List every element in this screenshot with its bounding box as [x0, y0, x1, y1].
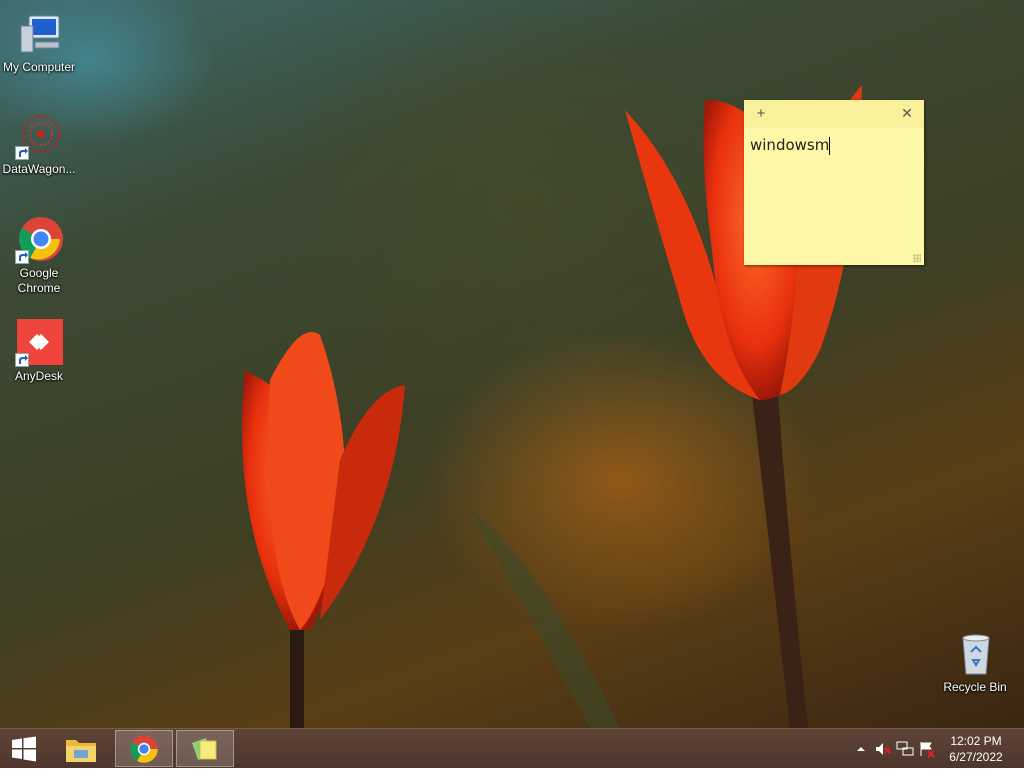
chrome-icon	[15, 216, 63, 264]
desktop-icon-label: Recycle Bin	[943, 680, 1007, 694]
clock-date: 6/27/2022	[949, 750, 1003, 764]
windows-logo-icon	[12, 736, 36, 761]
action-center-flag-icon[interactable]	[918, 740, 936, 758]
sticky-note-title-bar[interactable]: + ✕	[744, 100, 924, 128]
close-note-icon[interactable]: ✕	[898, 105, 916, 122]
resize-grip-icon[interactable]	[913, 254, 921, 262]
desktop-icon-my-computer[interactable]: My Computer	[0, 10, 78, 75]
system-tray: 12:02 PM 6/27/2022	[844, 729, 1024, 769]
desktop-icon-label: AnyDesk	[14, 369, 64, 383]
sticky-note-text: windowsm	[750, 136, 830, 154]
taskbar-sticky-notes-button[interactable]	[176, 730, 234, 767]
datawagon-icon	[15, 112, 63, 160]
clock-time: 12:02 PM	[950, 734, 1002, 748]
shortcut-arrow-icon	[15, 250, 29, 264]
desktop-icon-google-chrome[interactable]: Google Chrome	[0, 216, 78, 296]
desktop-icon-label: My Computer	[2, 60, 76, 74]
sticky-notes-icon	[192, 737, 217, 760]
shortcut-arrow-icon	[15, 353, 29, 367]
add-note-icon[interactable]: +	[752, 105, 770, 122]
taskbar: 12:02 PM 6/27/2022	[0, 728, 1024, 768]
recycle-bin-icon	[951, 630, 999, 678]
desktop-icon-label: Google Chrome	[17, 266, 61, 295]
sticky-note[interactable]: + ✕ windowsm	[744, 100, 924, 265]
show-hidden-icons-icon[interactable]	[852, 740, 870, 758]
anydesk-icon	[15, 319, 63, 367]
chrome-icon	[130, 734, 158, 763]
taskbar-chrome-button[interactable]	[115, 730, 173, 767]
shortcut-arrow-icon	[15, 146, 29, 160]
desktop: My Computer DataWagon... Google Chrome A…	[0, 0, 1024, 728]
start-button[interactable]	[0, 730, 48, 767]
network-icon[interactable]	[896, 740, 914, 758]
desktop-icon-datawagon[interactable]: DataWagon...	[0, 112, 78, 177]
taskbar-file-explorer-button[interactable]	[52, 730, 110, 767]
desktop-icon-anydesk[interactable]: AnyDesk	[0, 319, 78, 384]
folder-icon	[66, 739, 96, 762]
desktop-icon-recycle-bin[interactable]: Recycle Bin	[936, 630, 1014, 695]
text-caret	[829, 136, 831, 155]
computer-icon	[15, 10, 63, 58]
volume-muted-icon[interactable]	[874, 740, 892, 758]
desktop-icon-label: DataWagon...	[2, 162, 76, 176]
taskbar-clock[interactable]: 12:02 PM 6/27/2022	[944, 733, 1008, 765]
sticky-note-text-area[interactable]: windowsm	[744, 128, 924, 163]
